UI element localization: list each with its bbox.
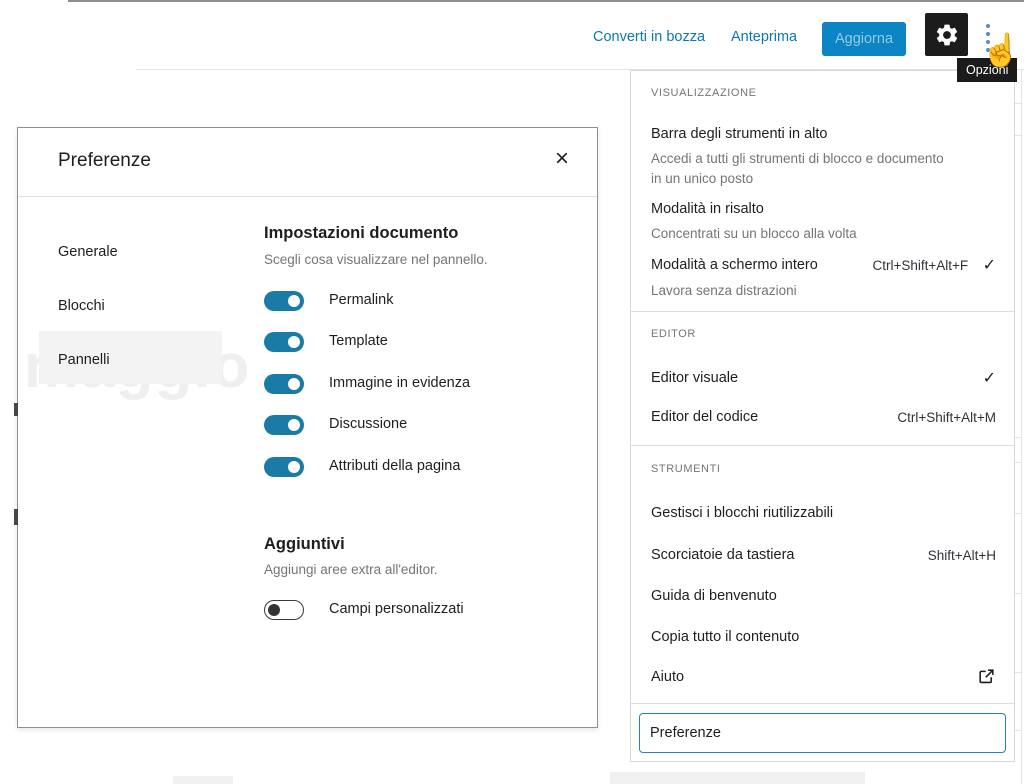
- toggle-label: Attributi della pagina: [329, 458, 461, 474]
- sidebar-row-divider: [1014, 513, 1022, 514]
- preview-link[interactable]: Anteprima: [731, 29, 797, 45]
- update-button[interactable]: Aggiorna: [822, 22, 906, 56]
- window-top-edge: [68, 0, 1024, 2]
- toggle-discussion[interactable]: [264, 415, 304, 435]
- toggle-label: Discussione: [329, 416, 408, 432]
- toggle-featured-image[interactable]: [264, 374, 304, 394]
- close-icon[interactable]: ×: [549, 146, 575, 172]
- toggle-knob: [288, 295, 300, 307]
- modal-title: Preferenze: [58, 150, 151, 171]
- document-settings-heading: Impostazioni documento: [264, 224, 459, 242]
- sidebar-row-divider: [1014, 103, 1022, 104]
- tab-blocchi[interactable]: Blocchi: [58, 298, 105, 314]
- menu-item-label: Scorciatoie da tastiera: [651, 547, 795, 563]
- menu-item-keyboard-shortcuts[interactable]: Scorciatoie da tastiera Shift+Alt+H: [651, 547, 996, 563]
- toggle-knob: [288, 419, 300, 431]
- check-icon: ✓: [982, 257, 996, 274]
- toggle-knob: [288, 461, 300, 473]
- menu-item-label: Editor visuale: [651, 370, 739, 386]
- menu-divider: [631, 703, 1014, 704]
- open-in-new-icon: [977, 667, 996, 686]
- menu-item-description: Accedi a tutti gli strumenti di blocco e…: [651, 151, 944, 186]
- menu-section-editor: EDITOR: [651, 328, 696, 340]
- toggle-label: Immagine in evidenza: [329, 375, 471, 391]
- toggle-page-attributes[interactable]: [264, 457, 304, 477]
- sidebar-row-divider: [1014, 730, 1022, 731]
- menu-item-help[interactable]: Aiuto: [651, 667, 996, 686]
- additional-description: Aggiungi aree extra all'editor.: [264, 562, 438, 577]
- sidebar-row-divider: [1014, 135, 1022, 136]
- background-text-fragment: [14, 403, 18, 416]
- toggle-label: Template: [329, 333, 388, 349]
- menu-divider: [631, 311, 1014, 312]
- menu-item-manage-reusable-blocks[interactable]: Gestisci i blocchi riutilizzabili: [651, 505, 833, 521]
- toggle-permalink[interactable]: [264, 291, 304, 311]
- menu-item-welcome-guide[interactable]: Guida di benvenuto: [651, 588, 777, 604]
- menu-item-label: Modalità a schermo intero: [651, 257, 818, 273]
- menu-section-visualizzazione: VISUALIZZAZIONE: [651, 87, 757, 99]
- menu-divider: [631, 445, 1014, 446]
- menu-item-fullscreen-mode[interactable]: Modalità a schermo intero Ctrl+Shift+Alt…: [651, 255, 996, 275]
- toggle-template[interactable]: [264, 332, 304, 352]
- menu-item-label: Preferenze: [650, 725, 721, 741]
- background-content-fragment: [173, 776, 233, 784]
- document-settings-description: Scegli cosa visualizzare nel pannello.: [264, 252, 488, 267]
- additional-heading: Aggiuntivi: [264, 535, 345, 553]
- toggle-knob: [268, 603, 280, 616]
- settings-button[interactable]: [925, 13, 968, 56]
- toggle-label: Permalink: [329, 292, 394, 308]
- sidebar-row-divider: [1014, 437, 1022, 438]
- menu-item-toolbar-top[interactable]: Barra degli strumenti in alto: [651, 126, 828, 142]
- menu-item-description: Concentrati su un blocco alla volta: [651, 226, 857, 241]
- preferences-modal: Preferenze × maggio Generale Blocchi Pan…: [17, 127, 598, 728]
- menu-section-strumenti: STRUMENTI: [651, 463, 721, 475]
- tab-pannelli[interactable]: Pannelli: [58, 352, 110, 368]
- sidebar-row-divider: [1014, 462, 1022, 463]
- sidebar-row-divider: [1014, 593, 1022, 594]
- menu-item-label: Editor del codice: [651, 409, 759, 425]
- gear-icon: [934, 22, 960, 48]
- sidebar-edge-line: [1021, 70, 1022, 784]
- menu-item-copy-all-content[interactable]: Copia tutto il contenuto: [651, 629, 799, 645]
- tab-generale[interactable]: Generale: [58, 244, 118, 260]
- menu-item-visual-editor[interactable]: Editor visuale ✓: [651, 368, 996, 388]
- menu-item-preferences[interactable]: Preferenze: [639, 713, 1006, 753]
- options-dropdown-menu: VISUALIZZAZIONE Barra degli strumenti in…: [630, 70, 1015, 762]
- background-content-fragment: [610, 772, 865, 784]
- check-icon: ✓: [982, 370, 996, 387]
- shortcut-text: Shift+Alt+H: [927, 547, 996, 563]
- toggle-label: Campi personalizzati: [329, 601, 464, 617]
- toggle-knob: [288, 336, 300, 348]
- hand-cursor-icon: ☝: [981, 32, 1021, 68]
- menu-item-label: Aiuto: [651, 668, 685, 685]
- shortcut-text: Ctrl+Shift+Alt+M: [897, 409, 996, 425]
- toggle-custom-fields[interactable]: [264, 600, 304, 620]
- shortcut-text: Ctrl+Shift+Alt+F: [872, 258, 969, 273]
- sidebar-row-divider: [1014, 672, 1022, 673]
- menu-item-code-editor[interactable]: Editor del codice Ctrl+Shift+Alt+M: [651, 409, 996, 425]
- toggle-knob: [288, 378, 300, 390]
- convert-to-draft-link[interactable]: Converti in bozza: [593, 29, 705, 45]
- menu-item-spotlight-mode[interactable]: Modalità in risalto: [651, 201, 764, 217]
- menu-item-description: Lavora senza distrazioni: [651, 283, 797, 298]
- background-text-fragment: [14, 509, 18, 525]
- modal-header-divider: [18, 196, 597, 197]
